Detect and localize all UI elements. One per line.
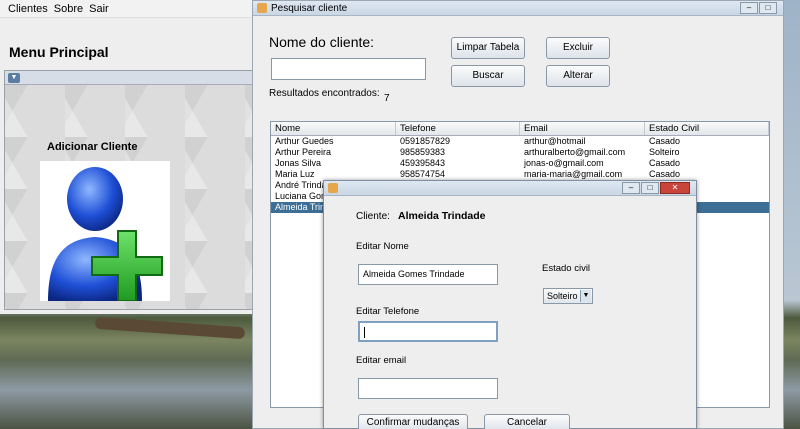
menu-clientes[interactable]: Clientes [8, 3, 48, 15]
marital-status-label: Estado civil [542, 263, 591, 274]
text-caret [364, 327, 365, 339]
cell-name: Arthur Guedes [275, 136, 334, 146]
cell-email: jonas-o@gmail.com [524, 158, 604, 168]
java-icon [328, 183, 338, 193]
main-menu-window: Clientes Sobre Sair Menu Principal ▼ Adi… [0, 0, 258, 314]
confirm-changes-button[interactable]: Confirmar mudanças [358, 414, 468, 429]
client-name-label: Nome do cliente: [269, 34, 375, 50]
search-window-titlebar[interactable]: Pesquisar cliente – □ [253, 1, 783, 16]
minimize-icon[interactable]: – [622, 182, 640, 194]
delete-button[interactable]: Excluir [546, 37, 610, 59]
menu-bar: Clientes Sobre Sair [0, 0, 257, 18]
menu-sobre[interactable]: Sobre [54, 3, 83, 15]
marital-status-select[interactable]: Solteiro ▼ [543, 288, 593, 304]
client-name-input[interactable] [271, 58, 426, 80]
column-header-phone[interactable]: Telefone [396, 122, 520, 135]
add-client-label: Adicionar Cliente [47, 141, 138, 153]
maximize-icon[interactable]: □ [759, 2, 777, 14]
cell-phone: 958574754 [400, 169, 446, 179]
window-title: Pesquisar cliente [271, 2, 348, 14]
chevron-down-icon: ▼ [580, 290, 591, 302]
clear-table-button[interactable]: Limpar Tabela [451, 37, 525, 59]
edit-phone-label: Editar Telefone [356, 306, 420, 317]
table-row[interactable]: Arthur Pereira 985859383 arthuralberto@g… [271, 147, 769, 158]
internal-frame-bar: ▼ [5, 71, 255, 85]
internal-frame: ▼ Adicionar Cliente [4, 70, 256, 310]
cell-phone: 459395843 [400, 158, 446, 168]
cancel-button[interactable]: Cancelar [484, 414, 570, 429]
client-label: Cliente: [356, 211, 390, 222]
cell-name: Jonas Silva [275, 158, 322, 168]
column-header-email[interactable]: Email [520, 122, 645, 135]
table-row[interactable]: Arthur Guedes 0591857829 arthur@hotmail … [271, 136, 769, 147]
table-header: Nome Telefone Email Estado Civil [271, 122, 769, 136]
table-row[interactable]: Maria Luz 958574754 maria-maria@gmail.co… [271, 169, 769, 180]
cell-marital: Casado [649, 158, 681, 168]
edit-email-field[interactable] [358, 378, 498, 399]
cell-marital: Solteiro [649, 147, 680, 157]
cell-marital: Casado [649, 136, 681, 146]
menu-sair[interactable]: Sair [89, 3, 109, 15]
marital-status-value: Solteiro [547, 291, 578, 301]
cell-email: maria-maria@gmail.com [524, 169, 623, 179]
edit-phone-field[interactable] [358, 321, 498, 342]
edit-name-label: Editar Nome [356, 241, 409, 252]
chevron-down-icon[interactable]: ▼ [8, 73, 20, 83]
minimize-icon[interactable]: – [740, 2, 758, 14]
edit-name-field[interactable]: Almeida Gomes Trindade [358, 264, 498, 285]
search-button[interactable]: Buscar [451, 65, 525, 87]
cell-name: Arthur Pereira [275, 147, 332, 157]
client-name-value: Almeida Trindade [398, 210, 486, 222]
column-header-name[interactable]: Nome [271, 122, 396, 135]
window-controls: – □ ✕ [622, 182, 690, 194]
close-icon[interactable]: ✕ [660, 182, 690, 194]
cell-name: Maria Luz [275, 169, 315, 179]
edit-email-label: Editar email [356, 355, 407, 366]
cell-phone: 985859383 [400, 147, 446, 157]
cell-phone: 0591857829 [400, 136, 451, 146]
maximize-icon[interactable]: □ [641, 182, 659, 194]
column-header-marital[interactable]: Estado Civil [645, 122, 769, 135]
cell-marital: Casado [649, 169, 681, 179]
add-user-icon[interactable] [40, 161, 170, 302]
log-decoration [94, 316, 246, 340]
results-count: 7 [384, 93, 390, 104]
table-row[interactable]: Jonas Silva 459395843 jonas-o@gmail.com … [271, 158, 769, 169]
edit-button[interactable]: Alterar [546, 65, 610, 87]
edit-dialog-titlebar[interactable]: – □ ✕ [324, 181, 696, 196]
java-icon [257, 3, 267, 13]
edit-client-dialog: – □ ✕ Cliente: Almeida Trindade Editar N… [323, 180, 697, 429]
page-title: Menu Principal [9, 44, 109, 60]
results-label: Resultados encontrados: [269, 88, 380, 99]
cell-email: arthuralberto@gmail.com [524, 147, 626, 157]
cell-email: arthur@hotmail [524, 136, 586, 146]
window-controls: – □ [740, 2, 777, 14]
